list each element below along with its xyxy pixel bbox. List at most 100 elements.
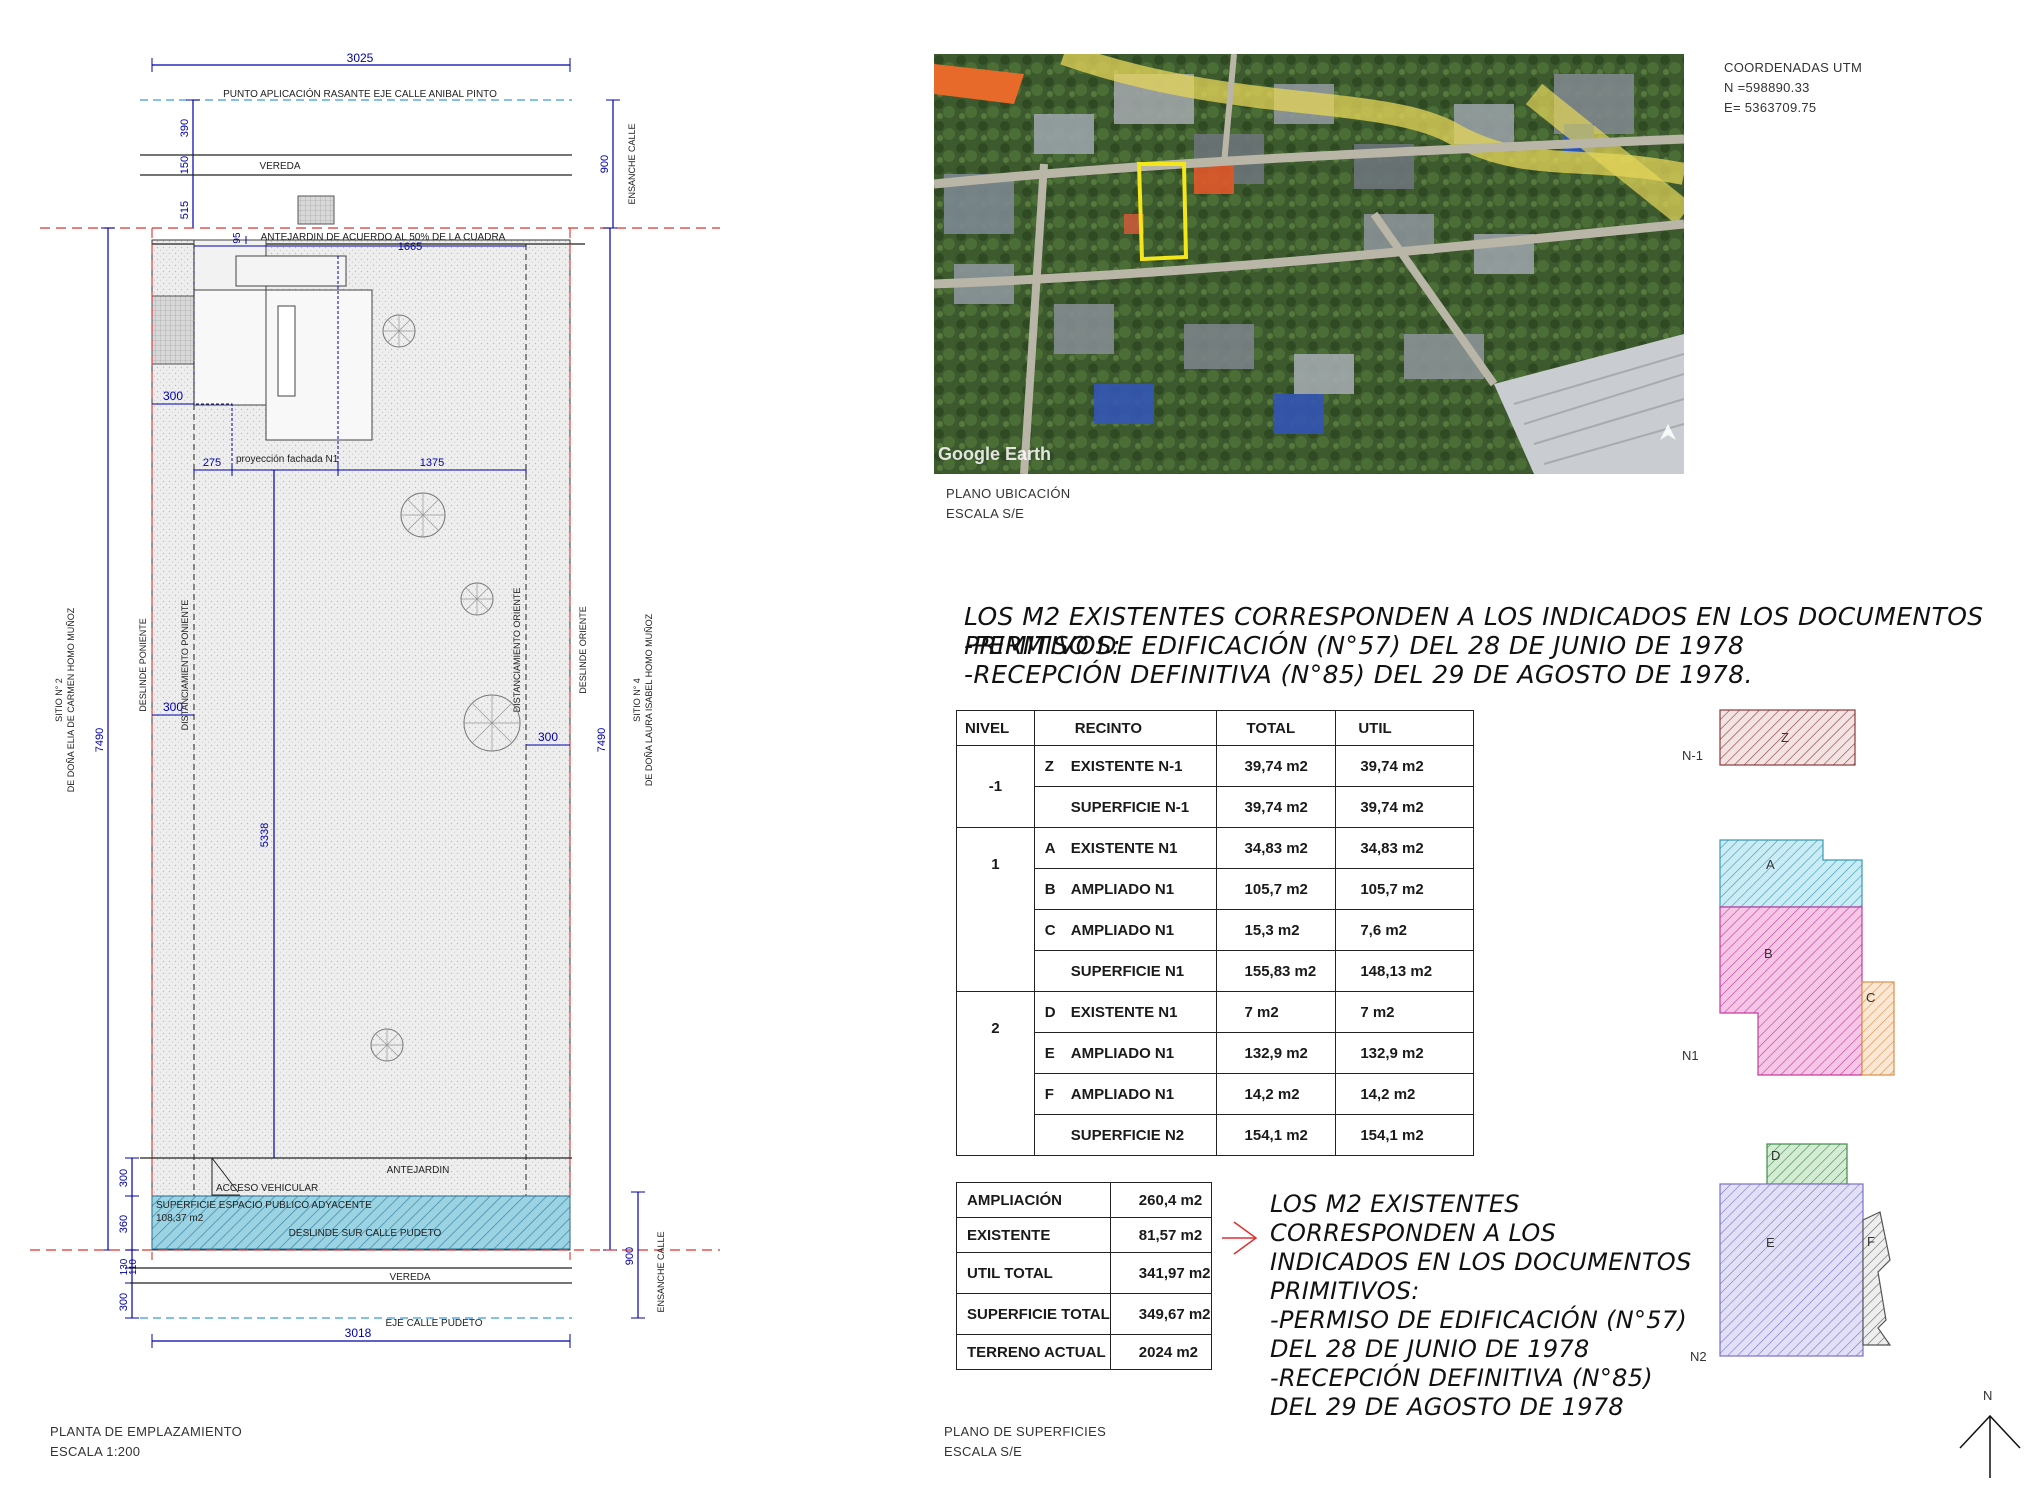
table-row: B AMPLIADO N1 105,7 m2 105,7 m2: [957, 868, 1474, 910]
total-cell: 132,9 m2: [1215, 1032, 1337, 1074]
location-scale: ESCALA S/E: [946, 506, 1025, 521]
recinto-cell: SUPERFICIE N1: [1070, 962, 1185, 980]
dim-515: 515: [179, 201, 191, 219]
label-d: D: [1771, 1148, 1780, 1163]
site-plan-drawing: 3025 PUNTO APLICACIÓN RASANTE EJE CALLE …: [30, 51, 720, 1348]
code-cell: A: [1044, 839, 1056, 857]
total-cell: 154,1 m2: [1215, 1114, 1337, 1156]
dim-1375: 1375: [420, 457, 444, 469]
top-width-dim: 3025: [347, 51, 374, 65]
label-n1: N1: [1682, 1048, 1699, 1063]
table-row: SUPERFICIE N1 155,83 m2 148,13 m2: [957, 950, 1474, 992]
recinto-cell: AMPLIADO N1: [1070, 921, 1175, 939]
util-cell: 14,2 m2: [1335, 1073, 1474, 1115]
vereda-bottom-label: VEREDA: [389, 1272, 430, 1283]
table-row: C AMPLIADO N1 15,3 m2 7,6 m2: [957, 909, 1474, 951]
summary-row: EXISTENTE 81,57 m2: [956, 1217, 1212, 1253]
table-row: SUPERFICIE N-1 39,74 m2 39,74 m2: [957, 786, 1474, 828]
util-cell: 148,13 m2: [1335, 950, 1474, 992]
dim-900-top: 900: [599, 155, 611, 173]
dim-275: 275: [203, 457, 221, 469]
north-label: N: [1983, 1388, 1993, 1403]
dim-7490-left: 7490: [94, 728, 106, 752]
deslinde-oriente-label: DESLINDE ORIENTE: [578, 606, 588, 694]
dim-7490-right: 7490: [596, 728, 608, 752]
label-z: Z: [1781, 730, 1789, 745]
satellite-map: Google Earth: [934, 54, 1684, 474]
recinto-cell: SUPERFICIE N2: [1070, 1126, 1185, 1144]
side-note-line: DEL 29 DE AGOSTO DE 1978: [1270, 1393, 1624, 1421]
total-cell: 34,83 m2: [1215, 827, 1337, 869]
summary-value: 341,97 m2: [1109, 1252, 1212, 1294]
sitio-left-line1: SITIO N° 2: [54, 678, 64, 722]
sitio-left-line2: DE DOÑA ELIA DE CARMEN HOMO MUÑOZ: [66, 607, 76, 792]
total-cell: 39,74 m2: [1215, 745, 1337, 787]
distanciamiento-oriente-label: DISTANCIAMIENTO ORIENTE: [512, 588, 522, 713]
north-arrow-icon: [1959, 1414, 2021, 1478]
header-recinto: RECINTO: [1033, 710, 1217, 746]
summary-label: AMPLIACIÓN: [956, 1182, 1111, 1218]
nivel-cell: 1: [956, 827, 1035, 992]
summary-label: SUPERFICIE TOTAL: [956, 1293, 1111, 1335]
dim-360: 360: [118, 1215, 130, 1233]
label-c: C: [1866, 990, 1875, 1005]
rasante-label: PUNTO APLICACIÓN RASANTE EJE CALLE ANIBA…: [223, 87, 497, 100]
total-cell: 15,3 m2: [1215, 909, 1337, 951]
table-row: SUPERFICIE N2 154,1 m2 154,1 m2: [957, 1114, 1474, 1156]
total-cell: 7 m2: [1215, 991, 1337, 1033]
header-total: TOTAL: [1215, 710, 1337, 746]
surfaces-scale: ESCALA S/E: [944, 1444, 1023, 1459]
recinto-cell: SUPERFICIE N-1: [1070, 798, 1190, 816]
deslinde-poniente-label: DESLINDE PONIENTE: [138, 618, 148, 712]
antejardin-bottom-label: ANTEJARDIN: [387, 1165, 450, 1176]
summary-value: 81,57 m2: [1109, 1217, 1212, 1253]
total-cell: 105,7 m2: [1215, 868, 1337, 910]
location-title: PLANO UBICACIÓN: [946, 486, 1071, 501]
summary-label: UTIL TOTAL: [956, 1252, 1111, 1294]
recinto-cell: EXISTENTE N1: [1070, 1003, 1178, 1021]
nivel-cell: -1: [956, 745, 1035, 828]
superficie-espacio-label: SUPERFICIE ESPACIO PUBLICO ADYACENTE: [156, 1200, 372, 1211]
side-note-line: INDICADOS EN LOS DOCUMENTOS: [1270, 1248, 1692, 1276]
area-a: [1719, 839, 1863, 908]
floor-diagrams: Z N-1 A B C N1 D E F N2: [1682, 709, 1895, 1364]
nivel-cell: 2: [956, 991, 1035, 1156]
dim-300-b: 300: [163, 700, 183, 714]
surfaces-table: NIVEL RECINTO TOTAL UTIL -1 Z EXISTENTE N…: [956, 710, 1474, 1156]
eje-calle-label: EJE CALLE PUDETO: [385, 1318, 482, 1329]
recinto-cell: AMPLIADO N1: [1070, 880, 1175, 898]
summary-row: UTIL TOTAL 341,97 m2: [956, 1252, 1212, 1294]
table-header-row: NIVEL RECINTO TOTAL UTIL: [956, 710, 1474, 746]
label-n2: N2: [1690, 1349, 1707, 1364]
utm-title: COORDENADAS UTM: [1724, 60, 1863, 75]
code-cell: C: [1044, 921, 1056, 939]
total-cell: 155,83 m2: [1215, 950, 1337, 992]
side-note-line: DEL 28 DE JUNIO DE 1978: [1270, 1335, 1590, 1363]
dim-300-d: 300: [118, 1169, 130, 1187]
bottom-width-dim: 3018: [345, 1326, 372, 1340]
recinto-cell: EXISTENTE N-1: [1070, 757, 1183, 775]
superficie-espacio-valor: 108,37 m2: [156, 1213, 204, 1224]
area-e: [1719, 1183, 1864, 1357]
recinto-cell: EXISTENTE N1: [1070, 839, 1178, 857]
recinto-cell: AMPLIADO N1: [1070, 1085, 1175, 1103]
total-cell: 14,2 m2: [1215, 1073, 1337, 1115]
header-util: UTIL: [1335, 710, 1474, 746]
total-cell: 39,74 m2: [1215, 786, 1337, 828]
util-cell: 39,74 m2: [1335, 786, 1474, 828]
summary-row: TERRENO ACTUAL 2024 m2: [956, 1334, 1212, 1370]
ensanche-top-label: ENSANCHE CALLE: [627, 123, 637, 204]
surfaces-title: PLANO DE SUPERFICIES: [944, 1424, 1107, 1439]
table-row: 1 A EXISTENTE N1 34,83 m2 34,83 m2: [956, 827, 1474, 992]
area-b: [1719, 906, 1863, 1076]
summary-label: EXISTENTE: [956, 1217, 1111, 1253]
note-line3: -RECEPCIÓN DEFINITIVA (N°85) DEL 29 DE A…: [964, 660, 1753, 689]
util-cell: 132,9 m2: [1335, 1032, 1474, 1074]
code-cell: D: [1044, 1003, 1056, 1021]
utm-n: N =598890.33: [1724, 80, 1810, 95]
dim-95: 95: [232, 232, 243, 244]
dim-900-bottom: 900: [624, 1247, 636, 1265]
acceso-label: ACCESO VEHICULAR: [216, 1183, 318, 1194]
recinto-cell: AMPLIADO N1: [1070, 1044, 1175, 1062]
summary-value: 349,67 m2: [1109, 1293, 1212, 1335]
